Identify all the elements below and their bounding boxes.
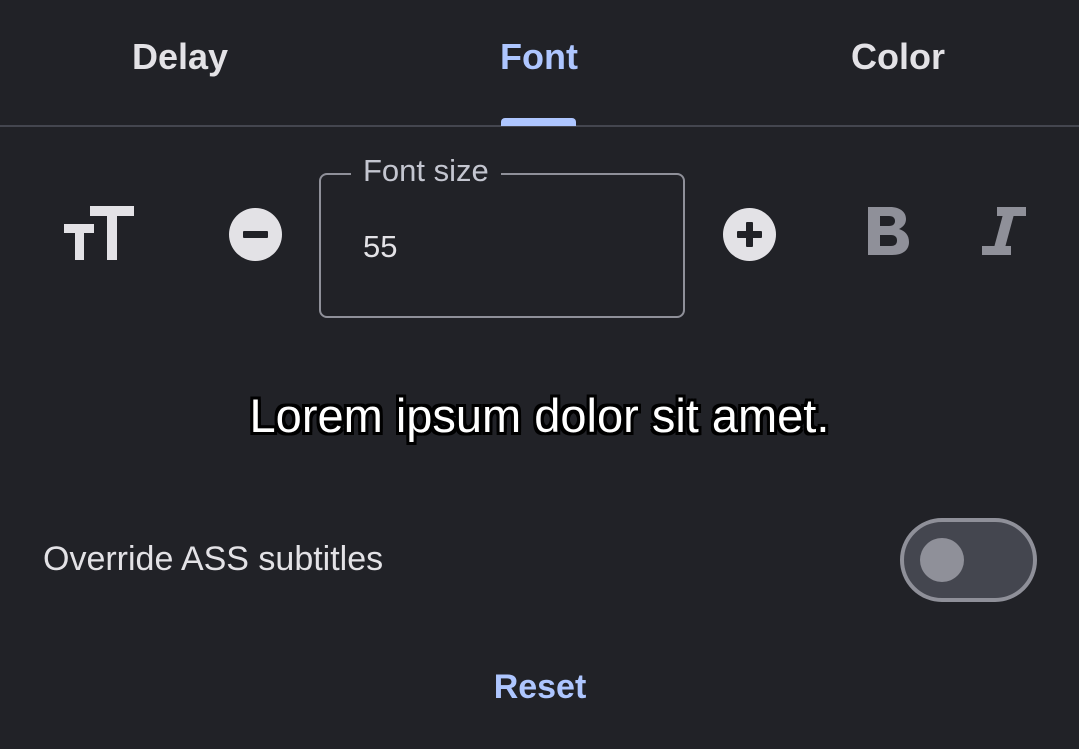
text-size-icon (64, 206, 134, 260)
font-size-label: Font size (351, 153, 501, 189)
plus-circle-icon (737, 222, 762, 247)
tab-bar: Delay Font Color (0, 0, 1079, 127)
override-ass-switch[interactable] (900, 518, 1037, 602)
increase-font-size-button[interactable] (723, 208, 776, 261)
italic-icon[interactable] (982, 207, 1026, 255)
font-size-input[interactable] (363, 227, 623, 267)
switch-thumb (920, 538, 964, 582)
decrease-font-size-button[interactable] (229, 208, 282, 261)
override-ass-label: Override ASS subtitles (43, 540, 384, 578)
tab-color[interactable]: Color (851, 36, 945, 78)
active-tab-indicator (501, 118, 576, 126)
font-size-field: Font size (319, 153, 685, 318)
tab-font[interactable]: Font (500, 36, 578, 78)
tab-delay[interactable]: Delay (132, 36, 228, 78)
minus-circle-icon (243, 231, 268, 238)
subtitle-preview: Lorem ipsum dolor sit amet. (249, 389, 830, 442)
bold-icon[interactable] (866, 207, 910, 255)
reset-button[interactable]: Reset (460, 660, 620, 714)
